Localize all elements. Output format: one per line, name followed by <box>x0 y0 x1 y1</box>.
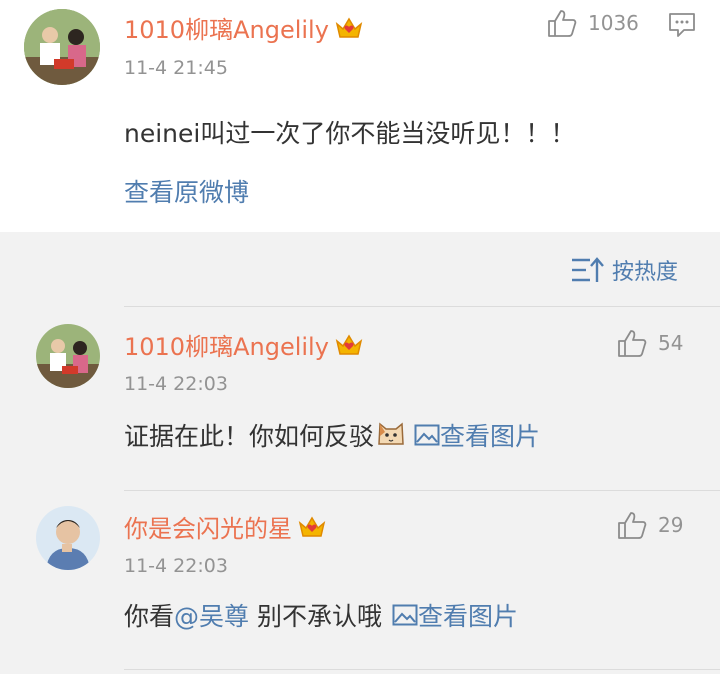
username[interactable]: 1010柳璃Angelily <box>124 10 363 46</box>
avatar[interactable] <box>36 506 100 570</box>
like-count: 1036 <box>588 11 639 35</box>
sort-label: 按热度 <box>612 260 679 285</box>
sort-button[interactable]: 按热度 <box>570 254 678 286</box>
avatar[interactable] <box>24 9 100 85</box>
divider <box>124 669 720 670</box>
cat-emoji-icon <box>376 418 406 452</box>
image-icon <box>414 424 440 446</box>
thumbs-up-icon <box>548 10 577 37</box>
reply-text: 你看 @吴尊 别不承认哦 查看图片 <box>124 597 518 633</box>
crown-badge-icon <box>335 16 363 46</box>
like-count: 54 <box>658 331 684 355</box>
comment-text: neinei叫过一次了你不能当没听见！！！ <box>124 119 576 148</box>
username[interactable]: 1010柳璃Angelily <box>124 327 363 363</box>
main-comment: 1010柳璃Angelily 11-4 21:45 1036 neinei叫过一… <box>0 0 720 232</box>
crown-badge-icon <box>335 333 363 363</box>
timestamp: 11-4 22:03 <box>124 373 228 395</box>
view-image-link[interactable]: 查看图片 <box>392 597 518 633</box>
mention-link[interactable]: @吴尊 <box>174 597 249 633</box>
sort-icon <box>572 257 604 282</box>
like-button[interactable]: 54 <box>616 328 683 358</box>
reply-text: 证据在此！你如何反驳 查看图片 <box>124 417 540 453</box>
view-image-link[interactable]: 查看图片 <box>414 417 540 453</box>
avatar[interactable] <box>36 324 100 388</box>
thumbs-up-icon <box>618 330 647 357</box>
like-button[interactable]: 29 <box>616 510 683 540</box>
crown-badge-icon <box>298 515 326 545</box>
replies-section: 按热度 1010柳璃Angelily 11-4 22:03 54 证据在此！你如… <box>0 232 720 674</box>
timestamp: 11-4 22:03 <box>124 555 228 577</box>
divider <box>124 490 720 491</box>
username[interactable]: 你是会闪光的星 <box>124 509 326 545</box>
thumbs-up-icon <box>618 512 647 539</box>
like-button[interactable]: 1036 <box>546 8 639 38</box>
divider <box>124 306 720 307</box>
timestamp: 11-4 21:45 <box>124 57 228 79</box>
view-original-link[interactable]: 查看原微博 <box>124 173 249 209</box>
comment-icon[interactable] <box>668 12 696 42</box>
image-icon <box>392 604 418 626</box>
like-count: 29 <box>658 513 684 537</box>
